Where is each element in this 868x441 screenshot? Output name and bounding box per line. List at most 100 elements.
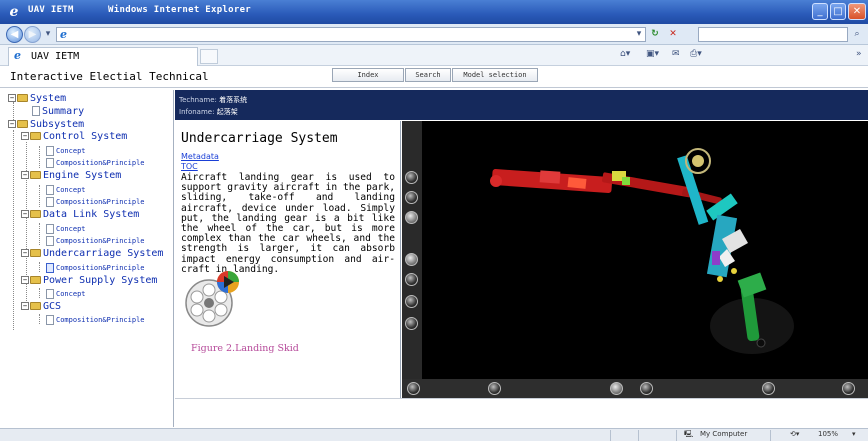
tree-label: GCS bbox=[43, 301, 62, 312]
more-tools-icon[interactable]: » bbox=[856, 49, 862, 59]
infoname-label: Infoname: bbox=[179, 108, 215, 116]
rotate-icon[interactable] bbox=[405, 171, 418, 184]
tab-bar: e UAV IETM ⌂▾ ▣▾ ✉ ⎙▾ » bbox=[0, 45, 868, 66]
search-icon[interactable]: ⌕ bbox=[850, 28, 864, 41]
address-toolbar: ◀ ▶ ▾ e ▾ ↻ ✕ ⌕ bbox=[0, 24, 868, 45]
tree-control-concept[interactable]: Concept bbox=[46, 146, 86, 156]
collapse-icon[interactable]: − bbox=[21, 171, 29, 179]
tree-gcs[interactable]: − GCS bbox=[21, 301, 61, 312]
select-icon[interactable] bbox=[405, 253, 418, 266]
collapse-icon[interactable]: − bbox=[21, 132, 29, 140]
tree-label: Composition&Principle bbox=[56, 264, 145, 272]
tree-engine-concept[interactable]: Concept bbox=[46, 185, 86, 195]
tree-datalink-composition[interactable]: Composition&Principle bbox=[46, 236, 145, 246]
feeds-icon[interactable]: ▣▾ bbox=[646, 49, 659, 59]
collapse-icon[interactable]: − bbox=[21, 249, 29, 257]
tree-label: Composition&Principle bbox=[56, 316, 145, 324]
refresh-icon[interactable]: ↻ bbox=[648, 28, 662, 41]
fullscreen-icon[interactable] bbox=[842, 382, 855, 395]
document-icon bbox=[46, 185, 54, 195]
collapse-icon[interactable]: − bbox=[8, 120, 16, 128]
forward-animation-icon[interactable] bbox=[762, 382, 775, 395]
address-input[interactable]: e bbox=[56, 27, 646, 42]
folder-icon bbox=[30, 249, 41, 257]
tree-undercarriage-system[interactable]: − Undercarriage System bbox=[21, 248, 163, 259]
stop-animation-icon[interactable] bbox=[610, 382, 623, 395]
section-title: Undercarriage System bbox=[181, 131, 338, 146]
recent-pages-icon[interactable]: ▾ bbox=[44, 28, 52, 41]
tree-label: Concept bbox=[56, 186, 86, 194]
text-panel: Undercarriage System Metadata TOC Aircra… bbox=[175, 121, 401, 398]
home-icon[interactable]: ⌂▾ bbox=[620, 49, 630, 59]
zoom-level[interactable]: 105% bbox=[818, 430, 838, 438]
pan-icon[interactable] bbox=[405, 191, 418, 204]
folder-icon bbox=[30, 276, 41, 284]
index-button[interactable]: Index bbox=[332, 68, 404, 82]
tab-uav-ietm[interactable]: e UAV IETM bbox=[8, 47, 198, 66]
viewer-left-toolbar bbox=[402, 121, 422, 379]
tree-label: Concept bbox=[56, 147, 86, 155]
minimize-button[interactable]: _ bbox=[812, 3, 828, 20]
tree-engine-composition[interactable]: Composition&Principle bbox=[46, 197, 145, 207]
metadata-link[interactable]: Metadata bbox=[181, 152, 219, 161]
folder-icon bbox=[30, 171, 41, 179]
page-bottom-area bbox=[175, 398, 868, 428]
document-icon bbox=[46, 224, 54, 234]
tree-subsystem[interactable]: − Subsystem bbox=[8, 119, 84, 130]
tree-datalink-concept[interactable]: Concept bbox=[46, 224, 86, 234]
status-bar: 🖳 My Computer ⟲▾ 105% ▾ bbox=[0, 428, 868, 441]
close-button[interactable]: ✕ bbox=[848, 3, 866, 20]
figure-caption: Figure 2.Landing Skid bbox=[191, 343, 299, 354]
zoom-dropdown-icon[interactable]: ▾ bbox=[852, 430, 856, 438]
print-icon[interactable]: ⎙▾ bbox=[690, 49, 702, 59]
section-icon[interactable] bbox=[405, 295, 418, 308]
model-viewer[interactable] bbox=[402, 121, 868, 398]
protected-mode-icon[interactable]: ⟲▾ bbox=[790, 430, 799, 438]
tree-engine-system[interactable]: − Engine System bbox=[21, 170, 121, 181]
computer-icon: 🖳 bbox=[684, 430, 694, 438]
tree-control-system[interactable]: − Control System bbox=[21, 131, 127, 142]
document-icon bbox=[46, 315, 54, 325]
zoom-icon[interactable] bbox=[405, 211, 418, 224]
reset-view-icon[interactable] bbox=[407, 382, 420, 395]
folder-icon bbox=[17, 94, 28, 102]
tree-control-composition[interactable]: Composition&Principle bbox=[46, 158, 145, 168]
mail-icon[interactable]: ✉ bbox=[672, 49, 680, 59]
infoname-value: 起落架 bbox=[216, 108, 238, 116]
document-icon bbox=[46, 263, 54, 273]
security-zone: My Computer bbox=[700, 430, 748, 438]
tree-power-concept[interactable]: Concept bbox=[46, 289, 86, 299]
explode-icon[interactable] bbox=[405, 273, 418, 286]
address-dropdown-icon[interactable]: ▾ bbox=[634, 28, 644, 41]
tree-label: Undercarriage System bbox=[43, 248, 164, 259]
forward-icon[interactable]: ▶ bbox=[24, 26, 41, 43]
tab-page-icon: e bbox=[14, 49, 21, 62]
stop-icon[interactable]: ✕ bbox=[666, 28, 680, 41]
new-tab-button[interactable] bbox=[200, 49, 218, 64]
collapse-icon[interactable]: − bbox=[21, 302, 29, 310]
tree-summary[interactable]: Summary bbox=[32, 106, 84, 117]
tree-system[interactable]: − System bbox=[8, 93, 66, 104]
page-icon: e bbox=[60, 28, 67, 41]
viewer-bottom-toolbar bbox=[402, 379, 868, 398]
tree-label: Control System bbox=[43, 131, 128, 142]
collapse-icon[interactable]: − bbox=[21, 210, 29, 218]
landing-gear-3d-model[interactable] bbox=[422, 121, 868, 379]
maximize-button[interactable]: □ bbox=[830, 3, 846, 20]
collapse-icon[interactable]: − bbox=[21, 276, 29, 284]
search-input[interactable] bbox=[698, 27, 848, 42]
tree-undercarriage-composition[interactable]: Composition&Principle bbox=[46, 263, 145, 273]
rewind-icon[interactable] bbox=[488, 382, 501, 395]
tree-gcs-composition[interactable]: Composition&Principle bbox=[46, 315, 145, 325]
tree-power-supply-system[interactable]: − Power Supply System bbox=[21, 275, 157, 286]
film-reel-play-icon[interactable] bbox=[183, 269, 243, 331]
content-header: Techname: 着落系统 Infoname: 起落架 bbox=[175, 90, 868, 120]
model-selection-button[interactable]: Model selection bbox=[452, 68, 538, 82]
measure-icon[interactable] bbox=[405, 317, 418, 330]
tree-datalink-system[interactable]: − Data Link System bbox=[21, 209, 139, 220]
back-icon[interactable]: ◀ bbox=[6, 26, 23, 43]
collapse-icon[interactable]: − bbox=[8, 94, 16, 102]
play-icon[interactable] bbox=[640, 382, 653, 395]
toc-link[interactable]: TOC bbox=[181, 162, 198, 171]
search-button[interactable]: Search bbox=[405, 68, 451, 82]
